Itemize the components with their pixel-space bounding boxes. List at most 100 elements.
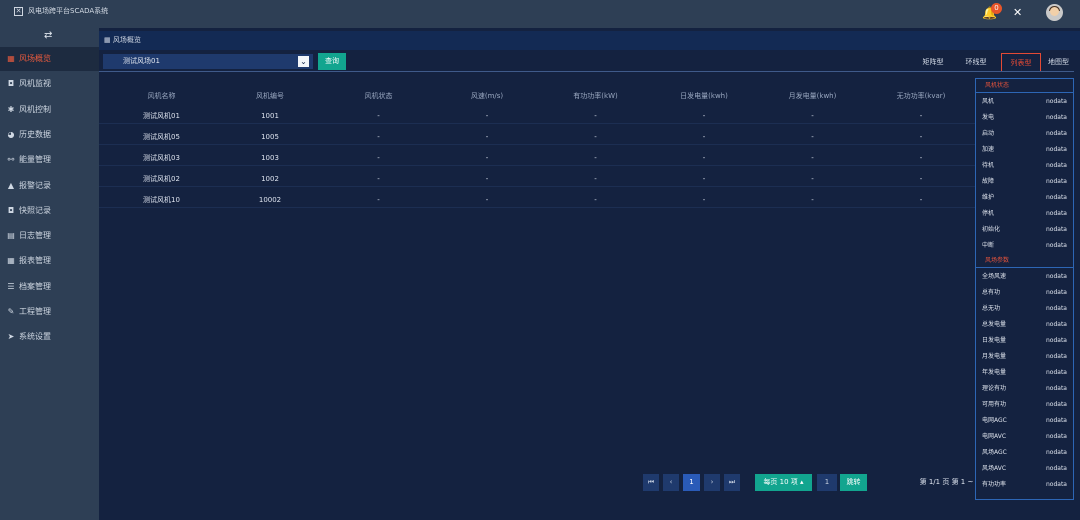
- table-cell: 1002: [261, 175, 279, 183]
- panel-row-value: nodata: [1046, 305, 1067, 312]
- panel-row-value: nodata: [1046, 353, 1067, 360]
- sidebar-item-label: 风机控制: [19, 104, 51, 114]
- sidebar-item-label: 报表管理: [19, 256, 51, 266]
- table-cell: 1003: [261, 154, 279, 162]
- table-cell: 测试风机03: [143, 154, 180, 162]
- sidebar-item-11[interactable]: ➤ 系统设置: [0, 325, 99, 349]
- panel-row-label: 有功功率: [982, 481, 1007, 488]
- goto-page-input[interactable]: 1: [817, 474, 837, 491]
- table-cell: -: [485, 154, 489, 162]
- camera-icon: ◘: [7, 205, 15, 215]
- panel-row-label: 电网AGC: [982, 417, 1007, 424]
- table-row[interactable]: 测试风机03 1003 - - - - - -: [99, 150, 979, 166]
- sidebar-item-7[interactable]: ▤ 日志管理: [0, 224, 99, 248]
- bell-icon: ▲: [7, 180, 15, 190]
- breadcrumb-label: 风场概览: [112, 36, 141, 44]
- table-row[interactable]: 测试风机10 10002 - - - - - -: [99, 192, 979, 208]
- view-tab-2[interactable]: 列表型: [1001, 53, 1041, 72]
- panel-row-value: nodata: [1046, 130, 1067, 137]
- page-1-button[interactable]: 1: [683, 474, 700, 491]
- send-icon: ➤: [7, 332, 15, 342]
- farm-select[interactable]: 测试风场01 ⌄: [103, 54, 313, 69]
- table-cell: 1005: [261, 133, 279, 141]
- sidebar: ⇄ ▦ 风场概览 ◘ 风机监视 ✱ 风机控制 ◕ 历史数据 ⚯ 能量管理 ▲ 报警记录 ◘ 快照记录 ▤ 日志…: [0, 28, 99, 520]
- table-cell: -: [811, 112, 814, 120]
- panel-row-value: nodata: [1046, 433, 1067, 440]
- prev-page-button[interactable]: ‹: [663, 474, 679, 491]
- panel-row-value: nodata: [1046, 98, 1067, 105]
- view-tab-1[interactable]: 环线型: [960, 53, 992, 72]
- panel-row: 总无功 nodata: [976, 301, 1073, 317]
- panel-row-label: 总发电量: [982, 321, 1007, 328]
- table-row[interactable]: 测试风机05 1005 - - - - - -: [99, 129, 979, 145]
- column-header: 风机名称: [147, 92, 176, 100]
- panel-row-value: nodata: [1046, 114, 1067, 121]
- last-page-button[interactable]: ⏭: [724, 474, 740, 491]
- panel-row-label: 年发电量: [982, 369, 1007, 376]
- table-cell: -: [485, 133, 489, 141]
- panel-row: 总有功 nodata: [976, 285, 1073, 301]
- panel-row-value: nodata: [1046, 273, 1067, 280]
- panel-row-label: 理论有功: [982, 385, 1007, 392]
- panel-row-label: 维护: [982, 194, 995, 201]
- page-size-select[interactable]: 每页 10 项 ▴: [755, 474, 812, 491]
- sidebar-item-8[interactable]: ▦ 报表管理: [0, 249, 99, 273]
- panel-row-label: 风机: [982, 98, 995, 105]
- breadcrumb: ▦ 风场概览: [99, 31, 1080, 50]
- query-button[interactable]: 查询: [318, 53, 346, 70]
- gear-icon: ✱: [7, 104, 15, 114]
- table-cell: -: [594, 154, 597, 162]
- chevron-down-icon[interactable]: ⌄: [298, 56, 309, 67]
- sidebar-item-6[interactable]: ◘ 快照记录: [0, 199, 99, 223]
- sidebar-item-4[interactable]: ⚯ 能量管理: [0, 148, 99, 172]
- table-row[interactable]: 测试风机02 1002 - - - - - -: [99, 171, 979, 187]
- table-cell: 1001: [261, 112, 279, 120]
- panel-row-value: nodata: [1046, 178, 1067, 185]
- list-icon: ☰: [7, 281, 15, 291]
- table-cell: -: [919, 175, 923, 183]
- table-cell: 测试风机05: [143, 133, 180, 141]
- sidebar-item-5[interactable]: ▲ 报警记录: [0, 174, 99, 198]
- panel-row-label: 发电: [982, 114, 995, 121]
- sidebar-item-9[interactable]: ☰ 档案管理: [0, 275, 99, 299]
- sidebar-item-label: 能量管理: [19, 155, 51, 165]
- farm-select-value: 测试风场01: [123, 57, 160, 65]
- table-cell: -: [811, 154, 814, 162]
- panel-row-label: 启动: [982, 130, 995, 137]
- view-tab-3[interactable]: 地图型: [1041, 53, 1076, 72]
- goto-button[interactable]: 跳转: [840, 474, 867, 491]
- fullscreen-icon[interactable]: ✕: [1013, 6, 1022, 20]
- panel-row-label: 电网AVC: [982, 433, 1007, 440]
- sidebar-item-10[interactable]: ✎ 工程管理: [0, 300, 99, 324]
- table-cell: 10002: [258, 196, 282, 204]
- sidebar-item-1[interactable]: ◘ 风机监视: [0, 72, 99, 96]
- panel-row: 电网AGC nodata: [976, 413, 1073, 429]
- table-cell: -: [811, 196, 814, 204]
- panel-row-label: 日发电量: [982, 337, 1007, 344]
- app-title: 风电场跨平台SCADA系统: [28, 7, 109, 15]
- sidebar-item-3[interactable]: ◕ 历史数据: [0, 123, 99, 147]
- panel-row-value: nodata: [1046, 337, 1067, 344]
- table-cell: 测试风机01: [143, 112, 180, 120]
- panel-row: 停机 nodata: [976, 206, 1073, 222]
- column-header: 风机状态: [364, 92, 393, 100]
- panel-row: 启动 nodata: [976, 126, 1073, 142]
- user-avatar[interactable]: [1046, 4, 1063, 21]
- view-tab-0[interactable]: 矩阵型: [918, 53, 948, 72]
- panel-row: 待机 nodata: [976, 158, 1073, 174]
- panel-row: 风场AVC nodata: [976, 461, 1073, 477]
- sidebar-item-0[interactable]: ▦ 风场概览: [0, 47, 99, 71]
- first-page-button[interactable]: ⏮: [643, 474, 659, 491]
- panel-row: 加速 nodata: [976, 142, 1073, 158]
- collapse-toggle-icon[interactable]: ⇄: [44, 30, 52, 41]
- panel-row-value: nodata: [1046, 465, 1067, 472]
- table-cell: -: [485, 196, 489, 204]
- panel-row-value: nodata: [1046, 210, 1067, 217]
- table-cell: -: [594, 133, 597, 141]
- table-row[interactable]: 测试风机01 1001 - - - - - -: [99, 108, 979, 124]
- next-page-button[interactable]: ›: [704, 474, 720, 491]
- table-header-row: 风机名称 风机编号 风机状态 风速(m/s) 有功功率(kW) 日发电量(kwh) 月发电量…: [99, 88, 979, 104]
- table-cell: -: [919, 112, 923, 120]
- panel-row: 电网AVC nodata: [976, 429, 1073, 445]
- sidebar-item-2[interactable]: ✱ 风机控制: [0, 98, 99, 122]
